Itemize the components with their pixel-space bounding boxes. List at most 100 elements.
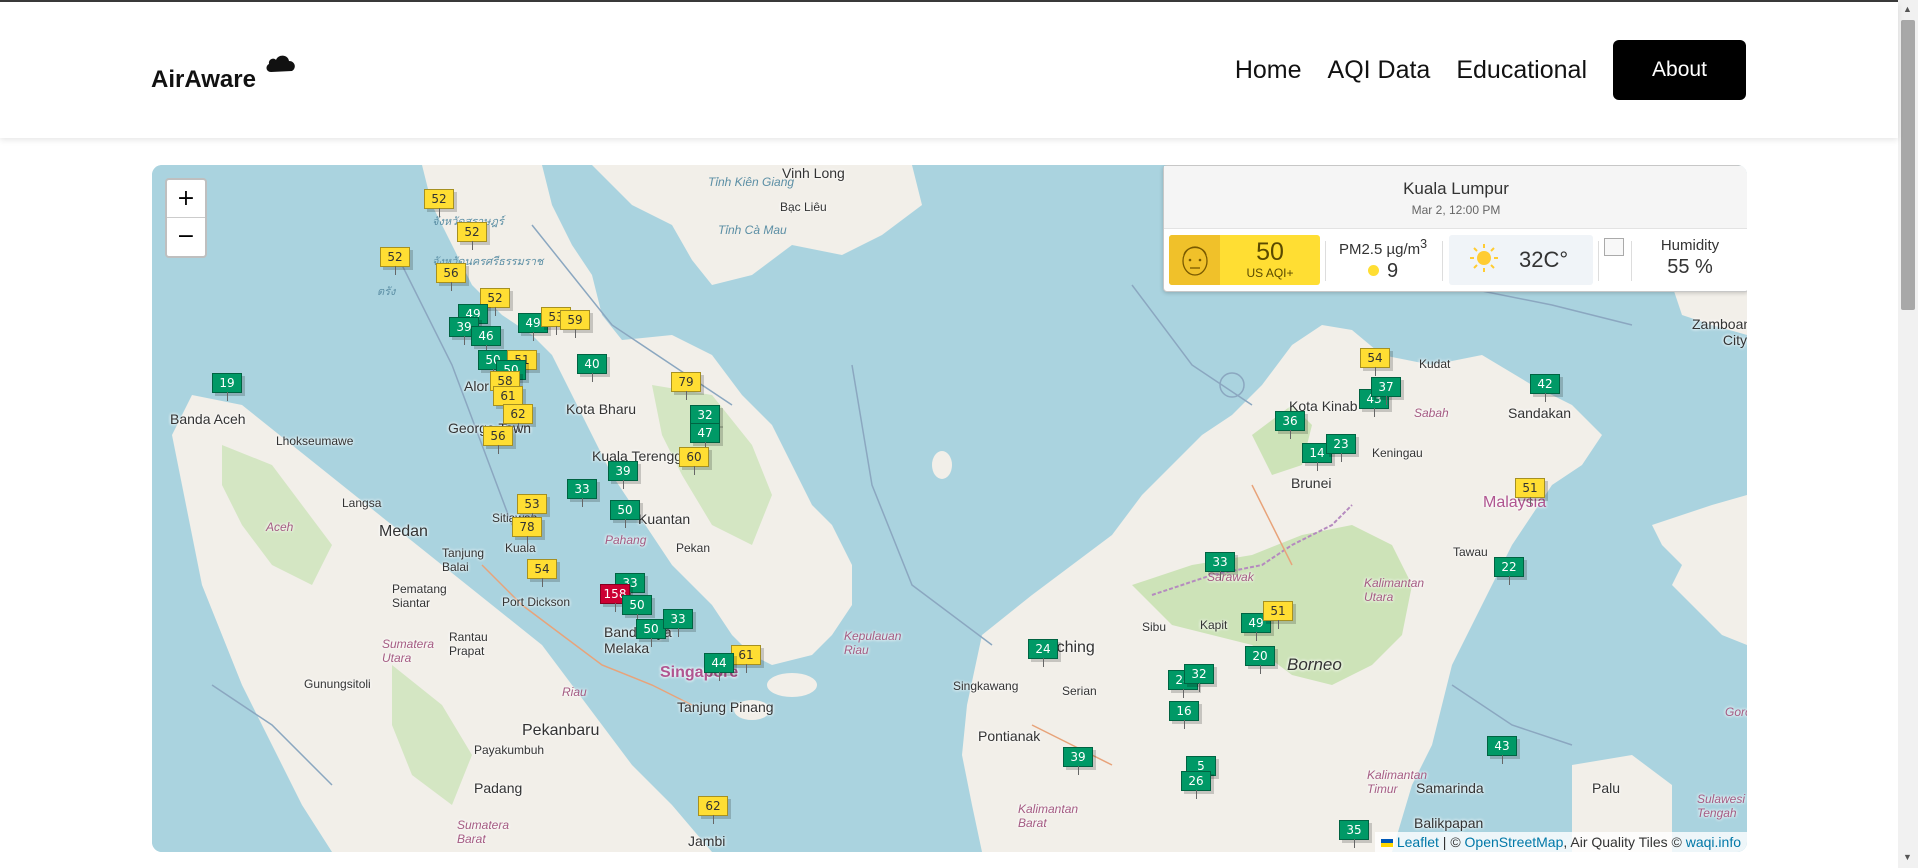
aqi-marker[interactable]: 33 — [663, 609, 693, 637]
page-scrollbar[interactable]: ▲ ▼ — [1898, 0, 1918, 868]
map-attribution: Leaflet | © OpenStreetMap, Air Quality T… — [1374, 832, 1747, 852]
aqi-marker[interactable]: 42 — [1530, 374, 1560, 402]
place-label: Tỉnh Kiên Giang — [708, 175, 795, 189]
nav-home-link[interactable]: Home — [1235, 56, 1302, 85]
place-label: Keningau — [1372, 446, 1423, 460]
aqi-marker[interactable]: 22 — [1494, 557, 1524, 585]
aqi-marker[interactable]: 23 — [1326, 434, 1356, 462]
place-label: Kalimantan Utara — [1364, 576, 1425, 604]
aqi-marker[interactable]: 50 — [636, 619, 666, 647]
aqi-marker[interactable]: 43 — [1487, 736, 1517, 764]
aqi-marker[interactable]: 61 — [731, 645, 761, 673]
station-time: Mar 2, 12:00 PM — [1411, 203, 1501, 217]
aqi-marker[interactable]: 56 — [483, 426, 513, 454]
aqi-marker[interactable]: 62 — [503, 404, 533, 432]
aqi-marker[interactable]: 36 — [1275, 411, 1305, 439]
place-label: Pahang — [605, 533, 647, 547]
place-label: Riau — [562, 685, 587, 699]
aqi-marker[interactable]: 16 — [1169, 701, 1199, 729]
place-label: Pematang Siantar — [392, 582, 447, 610]
nav-links: Home AQI Data Educational About — [1235, 40, 1746, 100]
pm25-reading: PM2.5 µg/m3 9 — [1327, 235, 1439, 285]
aqi-value: 50 — [1256, 238, 1284, 266]
place-label: Sandakan — [1508, 405, 1572, 421]
place-label: Tỉnh Cà Mau — [718, 223, 787, 237]
aqi-marker[interactable]: 50 — [622, 595, 652, 623]
aqi-marker[interactable]: 26 — [1181, 771, 1211, 799]
aqi-marker[interactable]: 61 — [493, 386, 523, 414]
waqi-link[interactable]: waqi.info — [1686, 834, 1741, 850]
place-label: Sabah — [1414, 406, 1449, 420]
place-label: Medan — [379, 523, 428, 540]
humidity-value: 55 % — [1667, 256, 1713, 278]
aqi-marker[interactable]: 46 — [471, 326, 501, 354]
station-info-card: Kuala Lumpur Mar 2, 12:00 PM 50 US AQI+ … — [1163, 165, 1747, 292]
aqi-marker[interactable]: 47 — [690, 423, 720, 451]
aqi-marker[interactable]: 60 — [679, 447, 709, 475]
osm-link[interactable]: OpenStreetMap — [1465, 834, 1564, 850]
aqi-marker[interactable]: 33 — [567, 479, 597, 507]
aqi-marker[interactable]: 52 — [457, 222, 487, 250]
aqi-marker[interactable]: 39 — [1063, 747, 1093, 775]
place-label: Goro — [1725, 705, 1747, 719]
aqi-marker[interactable]: 39 — [608, 461, 638, 489]
aqi-marker[interactable]: 53 — [517, 494, 547, 522]
place-label: Pontianak — [978, 728, 1041, 744]
aqi-marker[interactable]: 51 — [1263, 601, 1293, 629]
zoom-out-button[interactable]: − — [167, 218, 205, 255]
place-label: Tawau — [1453, 545, 1488, 559]
place-label: Pekanbaru — [522, 722, 600, 739]
aqi-marker[interactable]: 33 — [1205, 552, 1235, 580]
aqi-marker[interactable]: 78 — [512, 517, 542, 545]
brand-name: AirAware — [151, 66, 256, 93]
nav-aqi-data-link[interactable]: AQI Data — [1328, 56, 1431, 85]
nav-educational-link[interactable]: Educational — [1456, 56, 1587, 85]
leaflet-link[interactable]: Leaflet — [1397, 834, 1439, 850]
aqi-marker[interactable]: 62 — [698, 796, 728, 824]
aqi-marker[interactable]: 32 — [690, 405, 720, 433]
place-label: ตรัง — [377, 286, 396, 298]
humidity-reading: Humidity 55 % — [1640, 235, 1740, 279]
aqi-marker[interactable]: 54 — [527, 559, 557, 587]
ukraine-flag-icon — [1380, 839, 1393, 847]
pm25-value: 9 — [1386, 260, 1399, 282]
aqi-marker[interactable]: 54 — [1360, 348, 1390, 376]
place-label: Brunei — [1291, 475, 1332, 491]
aqi-marker[interactable]: 52 — [380, 247, 410, 275]
scroll-down-icon[interactable]: ▼ — [1903, 852, 1912, 862]
aqi-marker[interactable]: 40 — [577, 354, 607, 382]
aqi-map[interactable]: Vinh Long Tỉnh Kiên Giang Bạc Liêu Tỉnh … — [152, 165, 1747, 852]
place-label: Port Dickson — [502, 595, 571, 609]
aqi-marker[interactable]: 52 — [424, 189, 454, 217]
aqi-marker[interactable]: 24 — [1028, 639, 1058, 667]
broken-image-icon — [1604, 238, 1624, 256]
brand-logo[interactable]: AirAware — [151, 55, 298, 94]
temperature-reading: 32C° — [1449, 235, 1593, 285]
aqi-marker[interactable]: 20 — [1245, 646, 1275, 674]
aqi-marker[interactable]: 32 — [1184, 664, 1214, 692]
aqi-marker[interactable]: 37 — [1371, 377, 1401, 405]
scroll-up-icon[interactable]: ▲ — [1903, 4, 1912, 14]
navbar: AirAware Home AQI Data Educational About — [0, 2, 1898, 138]
aqi-marker[interactable]: 35 — [1339, 820, 1369, 848]
aqi-marker[interactable]: 50 — [610, 500, 640, 528]
place-label: Sumatera Utara — [382, 637, 435, 665]
station-header: Kuala Lumpur Mar 2, 12:00 PM — [1164, 166, 1747, 229]
zoom-in-button[interactable]: + — [167, 180, 205, 218]
place-label: Tanjung Pinang — [677, 699, 774, 715]
scroll-thumb[interactable] — [1901, 20, 1915, 310]
aqi-marker[interactable]: 19 — [212, 373, 242, 401]
aqi-marker[interactable]: 44 — [704, 653, 734, 681]
divider — [1325, 241, 1326, 281]
about-button[interactable]: About — [1613, 40, 1746, 100]
place-label: Sarawak — [1207, 570, 1254, 584]
aqi-marker[interactable]: 51 — [1515, 478, 1545, 506]
place-label: Jambi — [688, 833, 726, 849]
aqi-marker[interactable]: 79 — [671, 372, 701, 400]
aqi-marker[interactable]: 59 — [560, 310, 590, 338]
place-label: Rantau Prapat — [449, 630, 488, 658]
humidity-label: Humidity — [1660, 237, 1720, 254]
aqi-marker[interactable]: 56 — [436, 263, 466, 291]
pm25-dot-icon — [1367, 265, 1379, 276]
place-label: Samarinda — [1416, 780, 1484, 796]
